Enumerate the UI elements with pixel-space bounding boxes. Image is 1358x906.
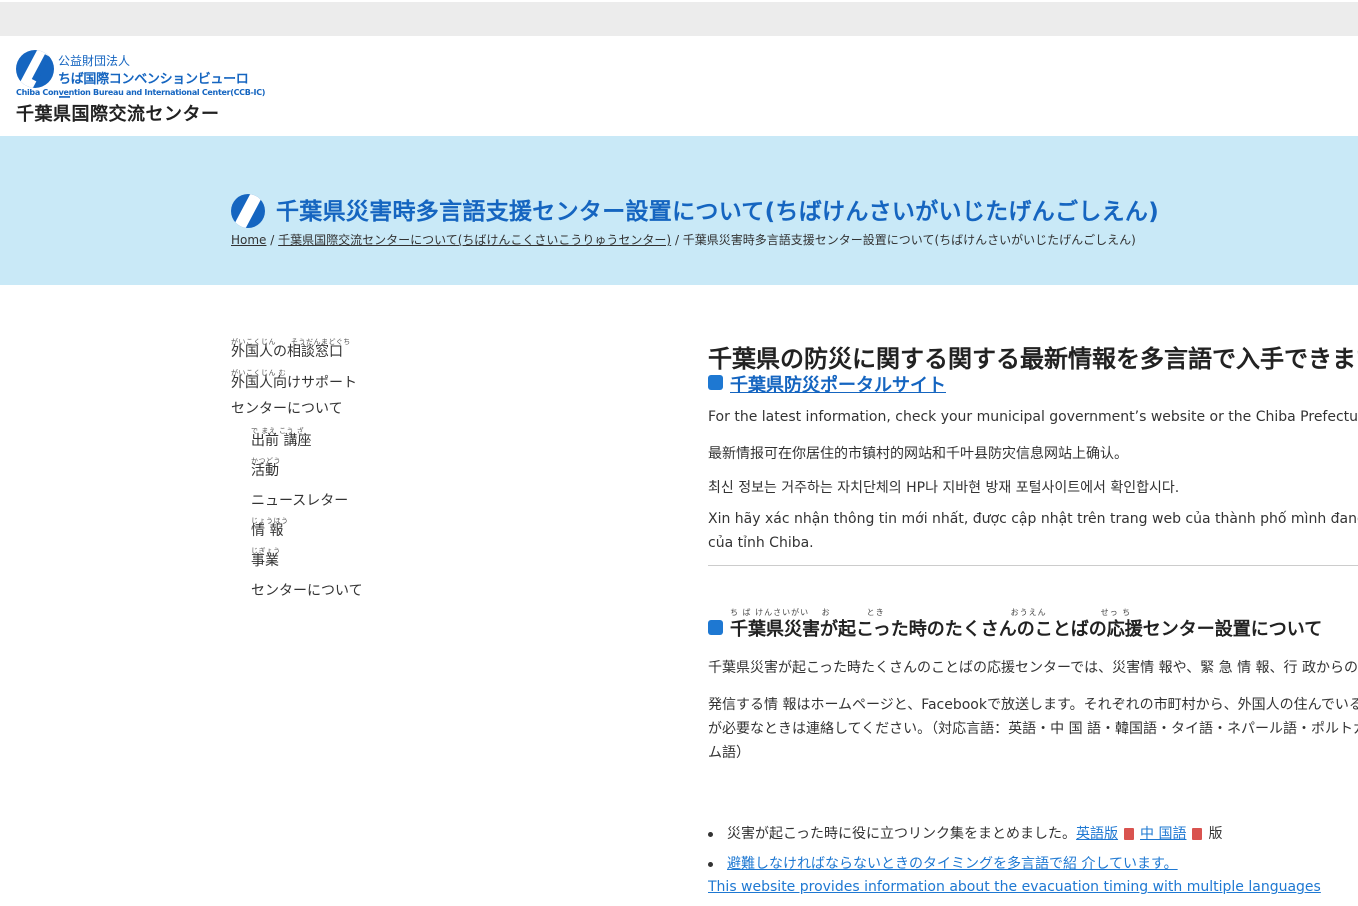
list-item-tail: 版 bbox=[1208, 826, 1223, 842]
title-logo-icon bbox=[231, 194, 265, 228]
body-line: 千葉県災害が起こった時たくさんのことばの応援センターでは、災害情 報や、緊 急 … bbox=[708, 660, 1358, 676]
evacuation-timing-link[interactable]: 避難しなければならないときのタイミングを多言語で紹 介しています。 bbox=[727, 856, 1178, 872]
section-divider bbox=[708, 565, 1358, 566]
body-line: が必要なときは連絡してください。（対応言語：英語・中 国 語・韓国語・タイ語・ネ… bbox=[708, 721, 1358, 737]
list-item-text: 災害が起こった時に役に立つリンク集をまとめました。 bbox=[727, 826, 1077, 842]
pdf-icon bbox=[1124, 828, 1135, 840]
sidebar-item-about[interactable]: センターについて bbox=[231, 400, 531, 424]
sidebar-item-label: センターについて bbox=[251, 583, 363, 599]
sidebar-nav: がいこくじん そうだんまどぐち 外国人の相談窓口 がいこくじん む 外国人向けサ… bbox=[231, 335, 531, 604]
heading-square-icon bbox=[708, 620, 723, 635]
sidebar-item-label: 出前 講座 bbox=[251, 433, 312, 449]
sidebar-item-label: 活動 bbox=[251, 463, 279, 479]
org-english-name: Chiba Convention Bureau and Internationa… bbox=[16, 88, 266, 97]
bullet-icon bbox=[708, 861, 713, 867]
sidebar-submenu: で まえ こう ざ 出前 講座 かつどう 活動 ニュースレター じょうほう 情 … bbox=[231, 424, 531, 604]
disaster-portal-link[interactable]: 千葉県防災ポータルサイト bbox=[730, 371, 946, 397]
site-header: 公益財団法人 ちば国際コンベンションビューロー Chiba Convention… bbox=[0, 36, 1358, 136]
chinese-version-link[interactable]: 中 国語 bbox=[1140, 826, 1186, 842]
breadcrumb-separator: / bbox=[266, 233, 279, 247]
info-vietnamese-cont: của tỉnh Chiba. bbox=[708, 535, 814, 551]
sidebar-item-label: 情 報 bbox=[251, 523, 284, 539]
section-title: 千葉県災害が起こった時のたくさんのことばの応援センター設置について bbox=[730, 619, 1323, 640]
sidebar-subitem-activities[interactable]: かつどう 活動 bbox=[251, 454, 531, 484]
heading-square-icon bbox=[708, 375, 723, 390]
main-content: 千葉県の防災に関する関する最新情報を多言語で入手できます 千葉県防災ポータルサイ… bbox=[708, 335, 1358, 906]
breadcrumb-home-link[interactable]: Home bbox=[231, 233, 266, 247]
list-item: 災害が起こった時に役に立つリンク集をまとめました。英語版 中 国語 版 bbox=[708, 823, 1222, 843]
sidebar-item-consultation[interactable]: がいこくじん そうだんまどぐち 外国人の相談窓口 bbox=[231, 335, 531, 366]
info-english: For the latest information, check your m… bbox=[708, 409, 1358, 425]
evacuation-english-link[interactable]: This website provides information about … bbox=[708, 879, 1321, 895]
sidebar-item-label: 外国人向けサポート bbox=[231, 375, 357, 391]
sidebar-subitem-about-center[interactable]: センターについて bbox=[251, 574, 531, 604]
sidebar-subitem-projects[interactable]: じぎょう 事業 bbox=[251, 544, 531, 574]
sidebar-item-label: 事業 bbox=[251, 553, 279, 569]
list-item: 避難しなければならないときのタイミングを多言語で紹 介しています。 bbox=[708, 853, 1178, 873]
info-vietnamese: Xin hãy xác nhận thông tin mới nhất, đượ… bbox=[708, 511, 1358, 527]
page-title: 千葉県災害時多言語支援センター設置について(ちばけんさいがいじたげんごしえん) bbox=[276, 199, 1160, 225]
center-name: 千葉県国際交流センター bbox=[16, 104, 220, 125]
sidebar-item-support[interactable]: がいこくじん む 外国人向けサポート bbox=[231, 366, 531, 400]
breadcrumb-current: 千葉県災害時多言語支援センター設置について(ちばけんさいがいじたげんごしえん) bbox=[682, 233, 1136, 247]
section-heading: 千葉県の防災に関する関する最新情報を多言語で入手できます bbox=[708, 345, 1358, 373]
org-small-label: 公益財団法人 bbox=[58, 54, 131, 68]
ccbic-logo-icon bbox=[16, 50, 54, 88]
breadcrumb-parent-link[interactable]: 千葉県国際交流センターについて(ちばけんこくさいこうりゅうセンター) bbox=[278, 233, 671, 247]
sidebar-item-label: センターについて bbox=[231, 401, 343, 417]
sidebar-subitem-newsletter[interactable]: ニュースレター bbox=[251, 484, 531, 514]
english-version-link[interactable]: 英語版 bbox=[1076, 826, 1118, 842]
sidebar-subitem-information[interactable]: じょうほう 情 報 bbox=[251, 514, 531, 544]
bullet-icon bbox=[708, 831, 713, 837]
body-line: 発信する情 報はホームページと、Facebookで放送します。それぞれの市町村か… bbox=[708, 697, 1358, 713]
body-line: ム語） bbox=[708, 745, 750, 761]
info-chinese: 最新情报可在你居住的市镇村的网站和千叶县防灾信息网站上确认。 bbox=[708, 446, 1128, 462]
sidebar-item-label: 外国人の相談窓口 bbox=[231, 344, 343, 360]
page-title-banner: 千葉県災害時多言語支援センター設置について(ちばけんさいがいじたげんごしえん) … bbox=[0, 136, 1358, 285]
breadcrumb-separator: / bbox=[671, 233, 683, 247]
info-korean: 최신 정보는 거주하는 자치단체의 HP나 지바현 방재 포털사이트에서 확인합… bbox=[708, 480, 1180, 496]
breadcrumb: Home / 千葉県国際交流センターについて(ちばけんこくさいこうりゅうセンター… bbox=[231, 231, 1136, 248]
browser-top-strip bbox=[0, 0, 1358, 36]
sidebar-subitem-lecture[interactable]: で まえ こう ざ 出前 講座 bbox=[251, 424, 531, 454]
site-logo[interactable]: 公益財団法人 ちば国際コンベンションビューロー Chiba Convention… bbox=[16, 50, 265, 126]
sidebar-item-label: ニュースレター bbox=[251, 493, 349, 509]
pdf-icon bbox=[1192, 828, 1203, 840]
